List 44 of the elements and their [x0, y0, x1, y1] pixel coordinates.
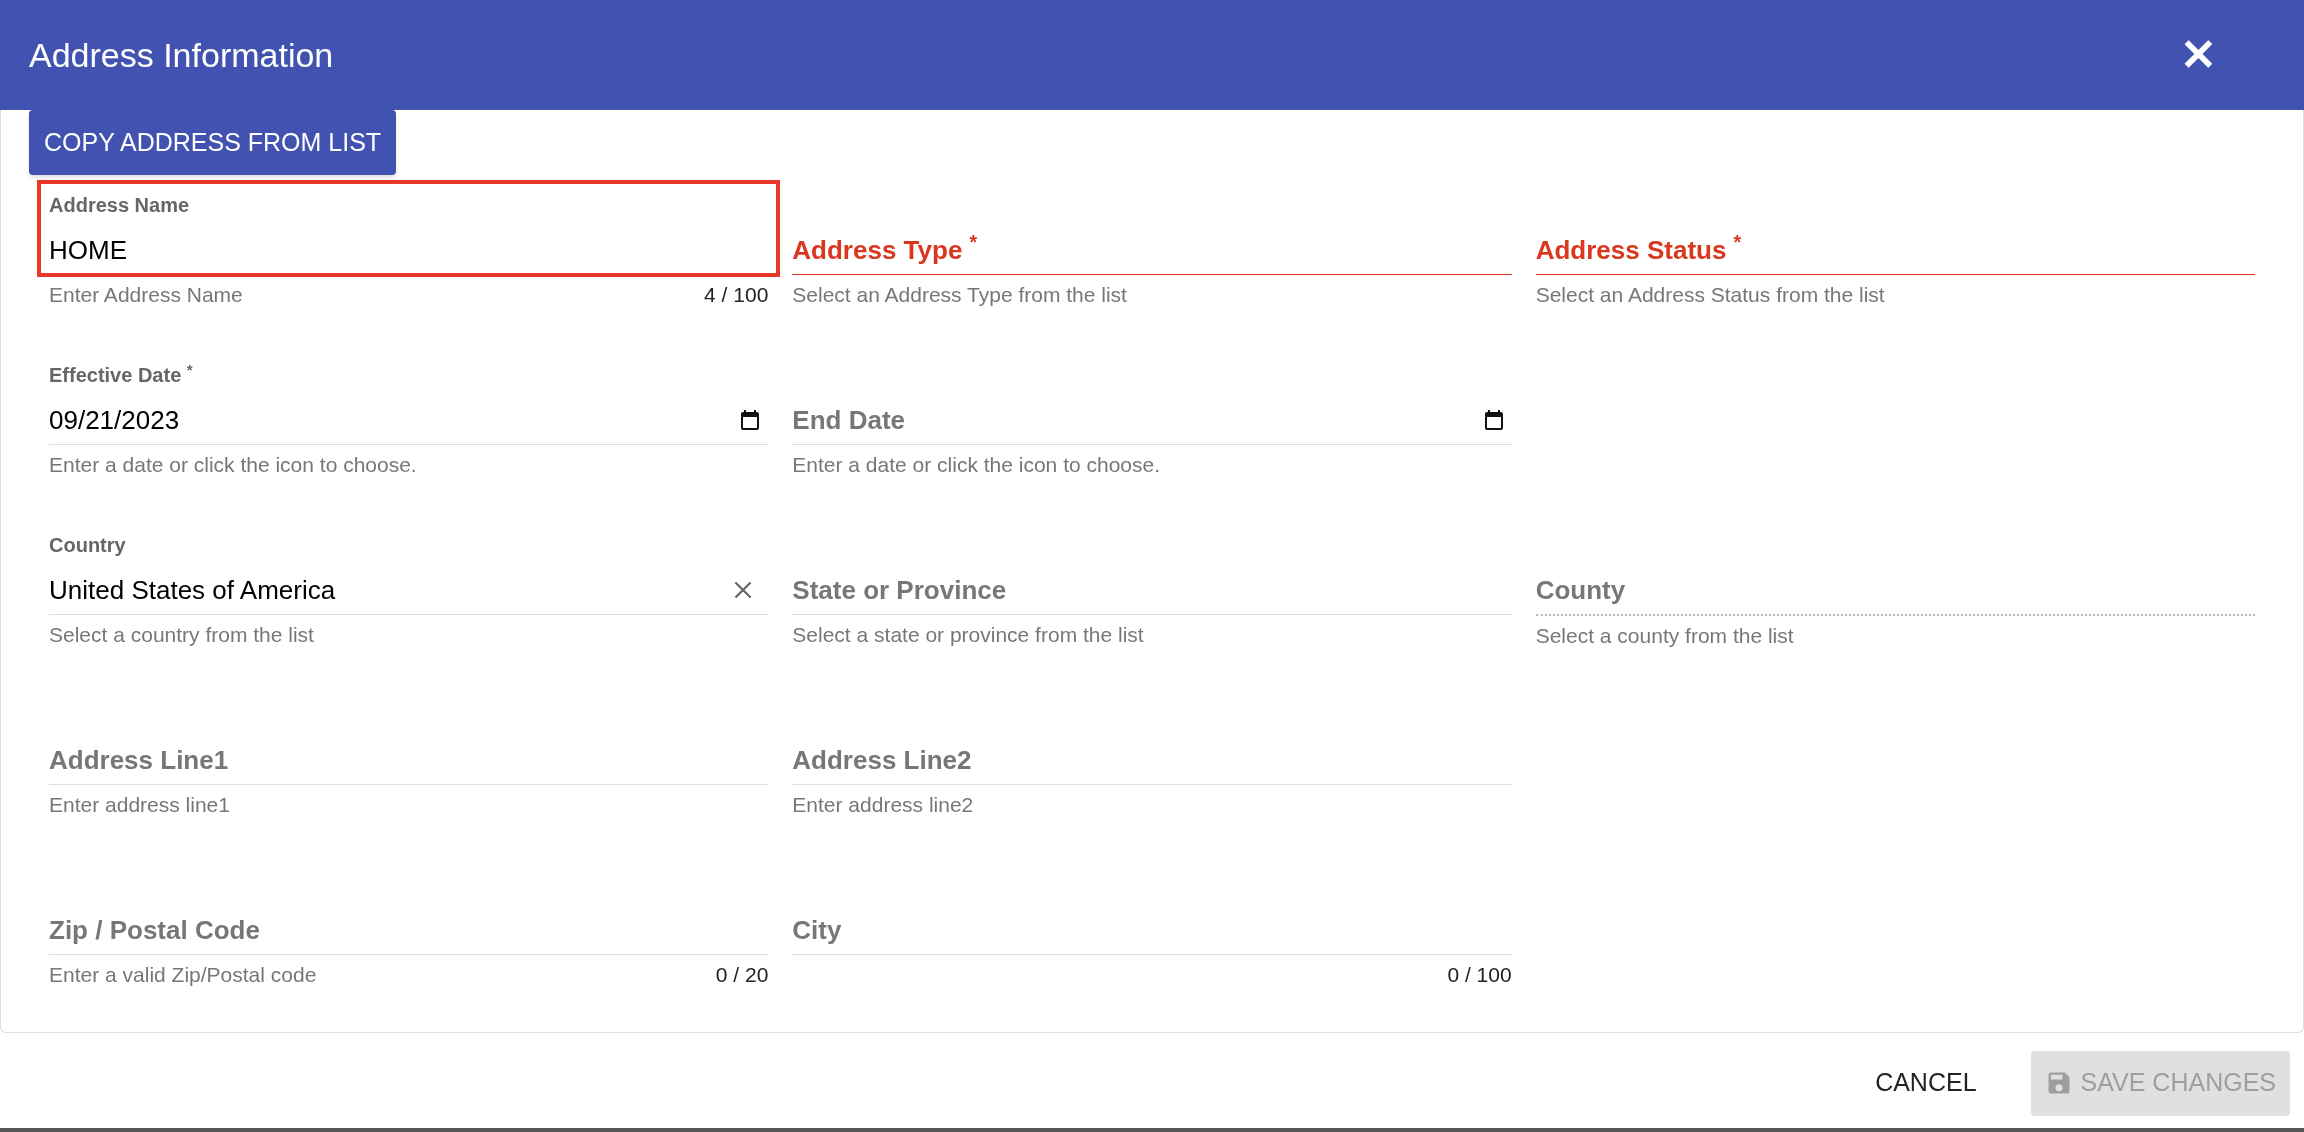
field-label: Address Status $^{*}$	[1535, 230, 1742, 267]
helper-text: Select an Address Type from the list	[792, 282, 1127, 308]
field-label: County	[1535, 573, 1626, 607]
input-field[interactable]: Effective Date $^{*}$ 09/21/2023	[49, 352, 769, 445]
character-counter: 0 / 100	[1447, 962, 1512, 988]
field-value: United States of America	[49, 573, 336, 607]
input-field[interactable]: Address Status $^{*}$	[1535, 182, 2255, 275]
helper-text: Enter a date or click the icon to choose.	[792, 452, 1161, 478]
field-label: State or Province	[792, 573, 1007, 607]
field-label: End Date	[792, 403, 905, 437]
field-value: HOME	[49, 233, 127, 267]
helper-text: Enter address line2	[792, 792, 974, 818]
field-value: 09/21/2023	[49, 403, 180, 437]
helper-text: Enter Address Name	[49, 282, 243, 308]
character-counter: 0 / 20	[715, 962, 769, 988]
copy-address-button[interactable]: COPY ADDRESS FROM LIST	[29, 110, 397, 175]
helper-text: Enter address line1	[49, 792, 230, 818]
field-label: Address Type $^{*}$	[792, 230, 978, 267]
helper-text: Enter a date or click the icon to choose.	[49, 452, 417, 478]
field-label: City	[792, 913, 842, 947]
dialog-title: Address Information	[29, 34, 334, 76]
field-label: Country	[49, 533, 126, 558]
input-field[interactable]: End Date	[792, 352, 1512, 445]
helper-text: Select a state or province from the list	[792, 622, 1144, 648]
close-button[interactable]: ✕	[2180, 33, 2217, 77]
field-label: Address Line2	[792, 743, 972, 777]
helper-text: Select a country from the list	[49, 622, 314, 648]
character-counter: 4 / 100	[704, 282, 769, 308]
input-field[interactable]: Zip / Postal Code	[49, 862, 769, 955]
input-field[interactable]: Address Type $^{*}$	[792, 182, 1512, 275]
field-label: Address Name	[49, 193, 190, 218]
field-label: Address Line1	[49, 743, 229, 777]
input-field[interactable]: Address Line1	[49, 692, 769, 785]
helper-text: Select a county from the list	[1535, 623, 1794, 649]
input-field[interactable]: Country United States of America	[49, 522, 769, 615]
input-field[interactable]: Address Name HOME	[39, 182, 779, 275]
input-field[interactable]: City	[792, 862, 1512, 955]
input-field[interactable]: Address Line2	[792, 692, 1512, 785]
helper-text: Select an Address Status from the list	[1535, 282, 1885, 308]
input-field[interactable]: State or Province	[792, 522, 1512, 615]
field-label: Effective Date $^{*}$	[49, 360, 193, 388]
cancel-button[interactable]: CANCEL	[1867, 1052, 1985, 1114]
field-label: Zip / Postal Code	[49, 913, 260, 947]
helper-text: Enter a valid Zip/Postal code	[49, 962, 317, 988]
